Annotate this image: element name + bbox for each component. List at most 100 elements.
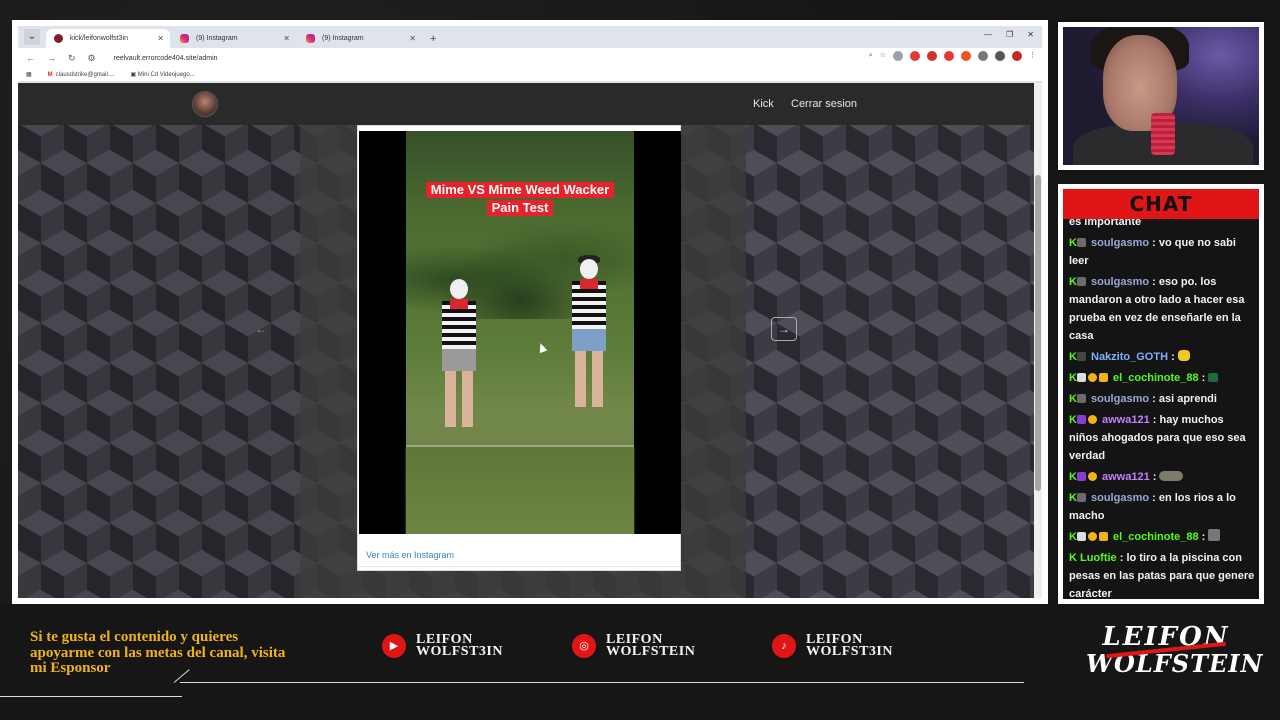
decorative-line (180, 682, 1024, 683)
nav-link-logout[interactable]: Cerrar sesion (791, 98, 857, 110)
profile-avatar[interactable] (1012, 51, 1022, 61)
tab-instagram-2[interactable]: (9) Instagram ✕ (298, 29, 422, 48)
tab-close-icon[interactable]: ✕ (283, 29, 290, 48)
social-name-line2: WOLFSTEIN (606, 644, 696, 659)
next-arrow-icon[interactable]: → (771, 317, 797, 341)
one-month-badge-icon (1088, 415, 1097, 424)
stream-overlay: ⌄ kick/leifonwolfst3in ✕ (9) Instagram ✕… (0, 0, 1280, 720)
webcam-frame (1058, 22, 1264, 170)
opera-icon[interactable] (927, 51, 937, 61)
page-scrollbar[interactable] (1034, 83, 1042, 598)
social-tiktok[interactable]: ♪ LEIFON WOLFST3IN (772, 633, 893, 659)
vip-badge-icon (1077, 373, 1086, 382)
video-caption: Mime VS Mime Weed Wacker Pain Test (418, 181, 622, 217)
browser-toolbar: ← → ↻ ⚙ reelvault.errorcode404.site/admi… (18, 48, 1042, 68)
address-bar[interactable]: reelvault.errorcode404.site/admin (114, 55, 218, 62)
site-logo[interactable] (192, 91, 218, 117)
chat-username[interactable]: soulgasmo (1091, 492, 1149, 504)
extension-icon[interactable] (893, 51, 903, 61)
chat-username[interactable]: soulgasmo (1091, 237, 1149, 249)
tab-close-icon[interactable]: ✕ (157, 29, 164, 48)
sign-emote-icon (1208, 373, 1219, 382)
kick-badge-icon: K (1069, 276, 1077, 288)
web-page: Kick Cerrar sesion ← → Mime VS Mime Weed… (18, 83, 1042, 598)
chat-username[interactable]: awwa121 (1102, 471, 1150, 483)
chat-username[interactable]: awwa121 (1102, 414, 1150, 426)
chat-message: K Luoftie : lo tiro a la piscina con pesa… (1069, 549, 1255, 597)
browser-capture-frame: ⌄ kick/leifonwolfst3in ✕ (9) Instagram ✕… (12, 20, 1048, 604)
tab-kick[interactable]: kick/leifonwolfst3in ✕ (46, 29, 170, 48)
chat-message: Ksoulgasmo : asi aprendi (1069, 390, 1255, 408)
site-info-icon[interactable]: ⚙ (88, 53, 96, 64)
webcam-feed (1063, 27, 1259, 165)
tab-instagram-1[interactable]: (9) Instagram ✕ (172, 29, 296, 48)
decorative-line (0, 696, 182, 697)
gmail-icon: M (47, 71, 53, 78)
car-emote-icon (1159, 471, 1184, 481)
instagram-embed: Mime VS Mime Weed Wacker Pain Test Ver m… (357, 125, 681, 571)
kick-badge-icon: K (1069, 471, 1077, 483)
kick-badge-icon: K (1069, 351, 1077, 363)
list-icon[interactable] (995, 51, 1005, 61)
forward-icon[interactable]: → (47, 53, 56, 63)
tab-label: (9) Instagram (322, 35, 364, 42)
one-month-badge-icon (1088, 472, 1097, 481)
prev-arrow-icon[interactable]: ← (248, 317, 274, 341)
mime-figure-right (566, 255, 612, 409)
crown-badge-icon (1099, 532, 1108, 541)
chat-message: Ksoulgasmo : vo que no sabi leer (1069, 234, 1255, 270)
tab-close-icon[interactable]: ✕ (409, 29, 416, 48)
sub-badge-icon (1077, 238, 1086, 247)
crown-badge-icon (1099, 373, 1108, 382)
close-window-icon[interactable]: ✕ (1027, 30, 1034, 39)
tab-label: (9) Instagram (196, 35, 238, 42)
video-blur-region (406, 447, 634, 534)
adblock-icon[interactable] (910, 51, 920, 61)
sub-badge-icon (1077, 493, 1086, 502)
tab-search-icon[interactable]: ⌄ (24, 29, 40, 45)
chat-username[interactable]: el_cochinote_88 (1113, 531, 1199, 543)
restore-icon[interactable]: ❐ (1006, 30, 1013, 39)
kick-badge-icon: K (1069, 414, 1077, 426)
bookmark-label: clausdstrike@gmail.... (55, 71, 115, 78)
nav-link-kick[interactable]: Kick (753, 98, 774, 110)
page-backdrop (18, 125, 300, 598)
social-name-line2: WOLFST3IN (806, 644, 893, 659)
extension-icon[interactable] (961, 51, 971, 61)
bookmark-videojuego[interactable]: ▣ Mini Cd Videojuego... (130, 71, 194, 78)
chat-username[interactable]: Nakzito_GOTH (1091, 351, 1168, 363)
youtube-icon: ▶ (382, 634, 406, 658)
reel-video[interactable]: Mime VS Mime Weed Wacker Pain Test (359, 131, 681, 534)
site-navbar: Kick Cerrar sesion (18, 83, 1034, 125)
sub-badge-icon (1077, 277, 1086, 286)
chat-message: Ksoulgasmo : en los rios a lo macho (1069, 489, 1255, 525)
kick-badge-icon: K (1069, 237, 1077, 249)
bookmark-gmail[interactable]: Mclausdstrike@gmail.... (48, 72, 115, 78)
apps-grid-icon[interactable]: ▦ (26, 71, 32, 78)
bookmark-star-icon[interactable]: ☆ (880, 51, 886, 61)
minimize-icon[interactable]: — (984, 30, 992, 39)
puzzle-icon[interactable] (978, 51, 988, 61)
caption-line-2: Pain Test (486, 200, 554, 216)
caption-line-1: Mime VS Mime Weed Wacker (425, 182, 615, 198)
chat-username[interactable]: soulgasmo (1091, 276, 1149, 288)
new-tab-icon[interactable]: + (430, 33, 436, 45)
gmail-ext-icon[interactable] (944, 51, 954, 61)
menu-dots-icon[interactable]: ⋮ (1029, 51, 1036, 61)
social-youtube[interactable]: ▶ LEIFON WOLFST3IN (382, 633, 503, 659)
one-month-badge-icon (1088, 373, 1097, 382)
kick-badge-icon: K (1069, 393, 1077, 405)
instagram-favicon-icon (180, 34, 189, 43)
back-icon[interactable]: ← (26, 53, 35, 63)
scrollbar-thumb[interactable] (1035, 175, 1041, 491)
chat-username[interactable]: soulgasmo (1091, 393, 1149, 405)
chat-username[interactable]: el_cochinote_88 (1113, 372, 1199, 384)
sub-badge-icon (1077, 394, 1086, 403)
tab-strip: ⌄ kick/leifonwolfst3in ✕ (9) Instagram ✕… (18, 26, 1042, 48)
zoom-icon[interactable]: ⌕ (869, 51, 873, 61)
view-more-instagram-link[interactable]: Ver más en Instagram (366, 550, 454, 560)
social-instagram[interactable]: ◎ LEIFON WOLFSTEIN (572, 633, 696, 659)
folder-icon: ▣ (130, 72, 138, 78)
reload-icon[interactable]: ↻ (68, 53, 76, 64)
chat-username[interactable]: Luoftie (1080, 552, 1117, 564)
